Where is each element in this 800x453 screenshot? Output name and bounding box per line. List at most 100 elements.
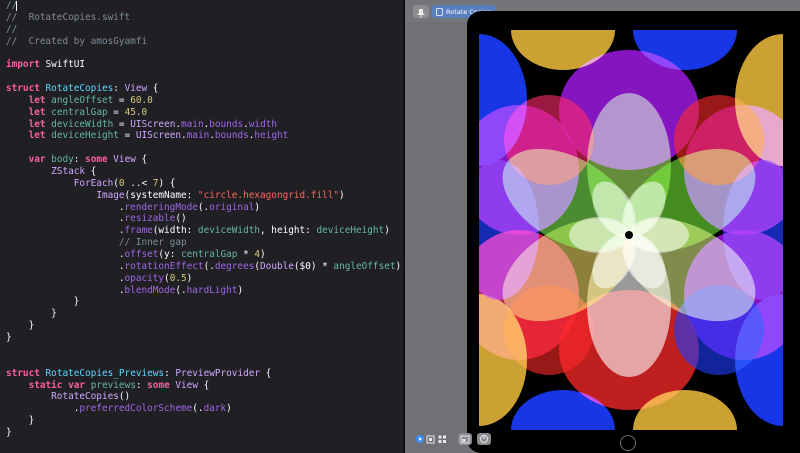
code-token-plain: ) bbox=[186, 272, 193, 284]
code-line[interactable]: .offset(y: centralGap * 4) bbox=[6, 249, 401, 261]
code-line[interactable]: // RotateCopies.swift bbox=[6, 12, 401, 24]
code-token-plain: ..< bbox=[124, 177, 153, 189]
code-token-method: resizable bbox=[124, 213, 176, 225]
code-token-keyword: some bbox=[147, 379, 170, 391]
code-token-type: Image bbox=[96, 189, 125, 201]
code-token-keyword: var bbox=[68, 379, 86, 391]
pin-icon bbox=[417, 9, 425, 18]
code-line[interactable]: .resizable() bbox=[6, 213, 401, 225]
code-token-comment: // Inner gap bbox=[6, 237, 187, 249]
code-line[interactable] bbox=[6, 142, 401, 154]
home-button[interactable] bbox=[620, 435, 636, 451]
code-token-plain: = bbox=[107, 106, 125, 118]
code-line[interactable] bbox=[6, 344, 401, 356]
code-token-type: RotateCopies bbox=[51, 391, 119, 403]
live-preview-icon bbox=[416, 435, 424, 443]
code-line[interactable]: } bbox=[6, 308, 401, 320]
code-token-plain: } bbox=[6, 320, 35, 332]
code-token-method: original bbox=[209, 201, 255, 213]
code-token-plain: } bbox=[6, 415, 35, 427]
code-token-plain: : bbox=[135, 379, 148, 391]
code-token-plain: (y: bbox=[158, 249, 181, 261]
code-token-plain: : bbox=[113, 83, 125, 95]
code-token-plain: , height: bbox=[260, 225, 317, 237]
code-token-number: 45.0 bbox=[124, 106, 148, 118]
code-line[interactable]: ZStack { bbox=[6, 166, 401, 178]
code-token-var: centralGap bbox=[51, 106, 108, 118]
code-token-var: deviceHeight bbox=[316, 225, 385, 237]
center-dot bbox=[625, 231, 633, 239]
code-editor[interactable]: //// RotateCopies.swift//// Created by a… bbox=[0, 0, 403, 453]
code-token-method: degrees bbox=[214, 260, 255, 272]
preview-screen[interactable] bbox=[479, 30, 783, 430]
code-line[interactable]: .renderingMode(.original) bbox=[6, 202, 401, 214]
code-line[interactable]: static var previews: some View { bbox=[6, 380, 401, 392]
code-line[interactable]: import SwiftUI bbox=[6, 59, 401, 71]
code-line[interactable]: .blendMode(.hardLight) bbox=[6, 285, 401, 297]
code-token-plain: = bbox=[118, 130, 136, 142]
code-token-keyword: struct bbox=[6, 367, 40, 379]
code-line[interactable]: let deviceHeight = UIScreen.main.bounds.… bbox=[6, 130, 401, 142]
code-line[interactable]: } bbox=[6, 332, 401, 344]
code-line[interactable] bbox=[6, 71, 401, 83]
code-token-plain: () bbox=[175, 213, 187, 225]
code-line[interactable]: // Created by amosGyamfi bbox=[6, 36, 401, 48]
code-token-keyword: var bbox=[28, 154, 46, 166]
code-line[interactable]: .frame(width: deviceWidth, height: devic… bbox=[6, 225, 401, 237]
code-token-var: deviceHeight bbox=[51, 130, 119, 142]
code-line[interactable]: } bbox=[6, 320, 401, 332]
code-token-plain: } bbox=[6, 296, 80, 308]
source-code[interactable]: //// RotateCopies.swift//// Created by a… bbox=[6, 0, 403, 439]
code-token-method: offset bbox=[124, 249, 159, 261]
code-line[interactable]: // Inner gap bbox=[6, 237, 401, 249]
code-line[interactable]: let angleOffset = 60.0 bbox=[6, 95, 401, 107]
code-line[interactable]: var body: some View { bbox=[6, 154, 401, 166]
code-line[interactable]: ForEach(0 ..< 7) { bbox=[6, 178, 401, 190]
code-line[interactable]: let deviceWidth = UIScreen.main.bounds.w… bbox=[6, 119, 401, 131]
duplicate-button[interactable] bbox=[477, 433, 491, 445]
code-line[interactable]: let centralGap = 45.0 bbox=[6, 107, 401, 119]
code-line[interactable]: RotateCopies() bbox=[6, 391, 401, 403]
code-token-type: Double bbox=[260, 260, 294, 272]
code-token-method: bounds bbox=[209, 118, 244, 130]
code-line[interactable] bbox=[6, 47, 401, 59]
code-token-var: previews bbox=[90, 379, 136, 391]
device-settings-icon bbox=[460, 435, 470, 443]
code-token-var: body bbox=[51, 154, 74, 166]
code-token-plain: } bbox=[6, 426, 12, 438]
grid-icon bbox=[438, 435, 446, 443]
code-line[interactable]: } bbox=[6, 427, 401, 439]
code-token-number: 60.0 bbox=[130, 94, 153, 106]
code-line[interactable]: Image(systemName: "circle.hexagongrid.fi… bbox=[6, 190, 401, 202]
code-token-plain: . bbox=[6, 225, 125, 237]
code-token-plain: { bbox=[135, 154, 148, 166]
code-token-var: deviceWidth bbox=[51, 118, 114, 130]
code-line[interactable]: struct RotateCopies_Previews: PreviewPro… bbox=[6, 368, 401, 380]
code-line[interactable]: .preferredColorScheme(.dark) bbox=[6, 403, 401, 415]
inspect-button[interactable] bbox=[425, 433, 435, 445]
code-line[interactable]: .rotationEffect(.degrees(Double($0) * an… bbox=[6, 260, 403, 273]
code-line[interactable] bbox=[6, 356, 401, 368]
code-token-plain: (. bbox=[175, 284, 187, 296]
code-line[interactable]: } bbox=[6, 415, 401, 427]
code-token-plain: )) bbox=[395, 260, 403, 272]
code-token-plain: } bbox=[6, 308, 57, 320]
code-line[interactable]: } bbox=[6, 296, 401, 308]
pin-button[interactable] bbox=[413, 5, 429, 18]
code-token-plain: (systemName: bbox=[124, 189, 198, 201]
code-line[interactable]: // bbox=[6, 24, 401, 36]
grid-button[interactable] bbox=[437, 433, 447, 445]
code-token-plain: ) bbox=[260, 249, 266, 261]
code-token-comment: // RotateCopies.swift bbox=[6, 11, 131, 23]
code-token-plain: (. bbox=[197, 201, 210, 213]
code-line[interactable]: // bbox=[6, 0, 401, 12]
device-settings-button[interactable] bbox=[458, 433, 472, 445]
code-line[interactable]: .opacity(0.5) bbox=[6, 273, 401, 285]
code-token-plain: { bbox=[85, 166, 97, 178]
code-line[interactable]: struct RotateCopies: View { bbox=[6, 83, 401, 95]
code-token-method: bounds bbox=[214, 130, 249, 142]
code-token-plain: ($0) * bbox=[293, 260, 334, 272]
